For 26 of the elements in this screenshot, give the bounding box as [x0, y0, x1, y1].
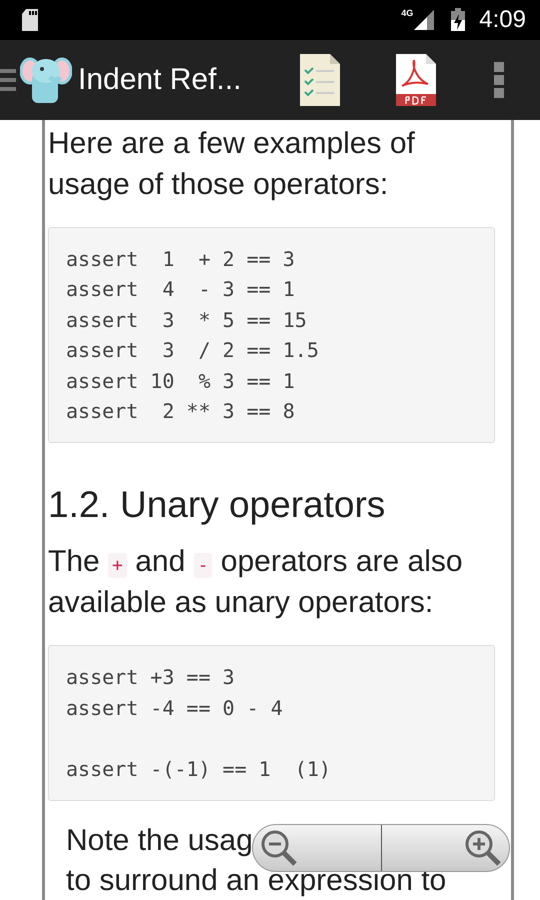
- note-text: to surround an expression to: [66, 862, 446, 899]
- code-line: assert 10 % 3 == 1: [66, 368, 296, 395]
- note-text: Note the usag: [66, 822, 253, 859]
- code-line: assert +3 == 3: [66, 664, 236, 692]
- section-heading: 1.2. Unary operators: [48, 483, 386, 528]
- clock-time: 4:09: [479, 6, 526, 34]
- elephant-logo-icon: [20, 55, 72, 105]
- signal-icon: [413, 9, 436, 31]
- overflow-menu-icon[interactable]: [494, 62, 504, 98]
- code-line: assert 3 * 5 == 15: [66, 306, 308, 334]
- pdf-document-icon[interactable]: [394, 52, 438, 108]
- sd-card-icon: [20, 8, 40, 32]
- code-line: assert 3 / 2 == 1.5: [66, 337, 320, 364]
- code-line: assert -4 == 0 - 4: [66, 694, 284, 722]
- checklist-document-icon[interactable]: [298, 52, 342, 108]
- code-line: assert -(-1) == 1 (1): [66, 756, 332, 783]
- network-label: 4G: [401, 8, 414, 18]
- zoom-in-icon: [463, 828, 503, 868]
- unary-paragraph: The + and - operators are also available as unary operators:: [48, 544, 464, 622]
- code-line: assert 4 - 3 == 1: [66, 276, 296, 304]
- code-line: assert 2 ** 3 == 8: [66, 398, 296, 425]
- zoom-out-icon: [259, 828, 299, 868]
- battery-charging-icon: [449, 8, 468, 32]
- intro-paragraph: Here are a few examples of usage of those operators:: [48, 126, 416, 203]
- code-line: assert 1 + 2 == 3: [66, 246, 296, 273]
- app-title[interactable]: Indent Ref...: [72, 63, 242, 97]
